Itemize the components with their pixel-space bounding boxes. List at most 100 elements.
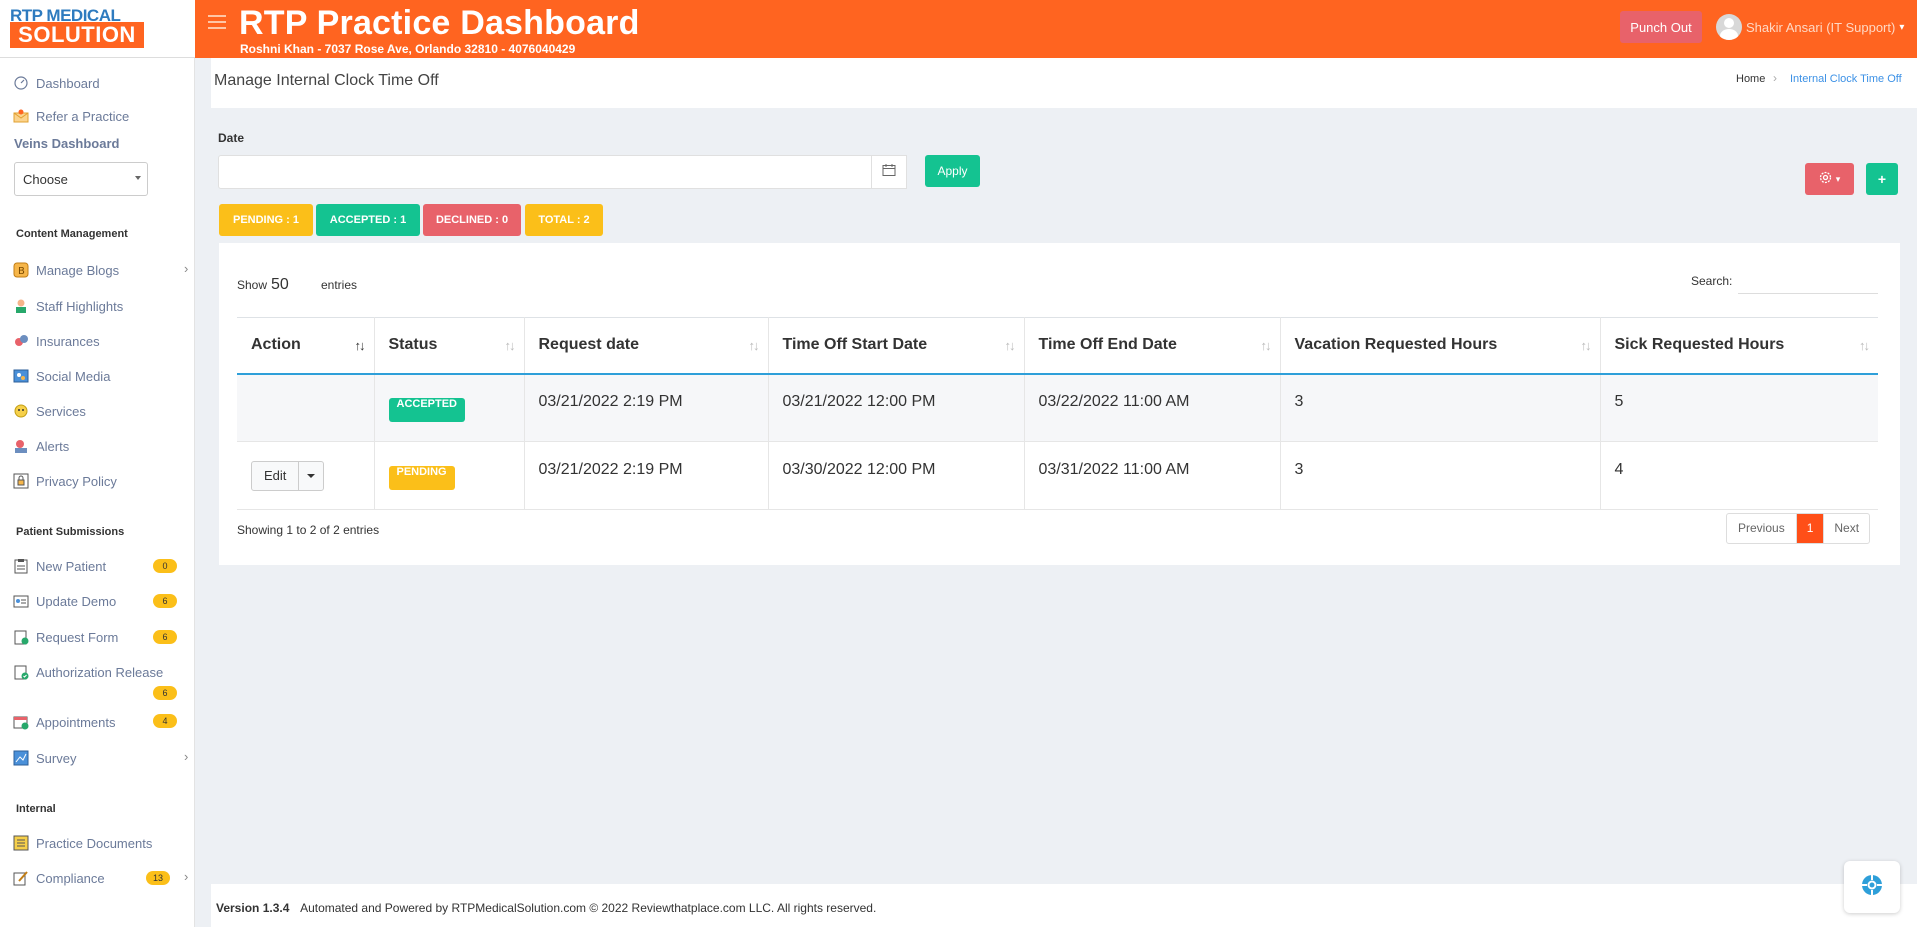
page-length-select[interactable]: 50 — [271, 276, 289, 294]
sick-hours-cell: 5 — [1600, 373, 1878, 442]
lock-icon — [12, 472, 30, 490]
cell-text: 4 — [1614, 460, 1624, 478]
breadcrumb-home[interactable]: Home — [1736, 73, 1765, 85]
help-button[interactable] — [1844, 861, 1900, 913]
sidebar-item-label: Compliance — [36, 870, 105, 886]
menu-toggle-icon[interactable] — [208, 15, 226, 29]
sidebar-item-social-media[interactable]: Social Media — [12, 366, 192, 386]
veins-dashboard-label: Veins Dashboard — [14, 136, 120, 151]
column-header-request-date[interactable]: Request date ↑↓ — [524, 317, 769, 375]
sidebar-item-refer[interactable]: Refer a Practice — [12, 106, 192, 126]
logo[interactable]: RTP MEDICAL SOLUTION — [0, 0, 195, 58]
status-cell: ACCEPTED — [374, 373, 525, 442]
edit-dropdown-toggle[interactable] — [299, 462, 323, 490]
pagination: Previous 1 Next — [1726, 513, 1871, 544]
count-badge: 0 — [153, 559, 177, 573]
sidebar-item-label: Staff Highlights — [36, 298, 124, 314]
calendar-icon — [12, 713, 30, 731]
sidebar-item-services[interactable]: Services — [12, 401, 192, 421]
chevron-down-icon — [307, 473, 316, 478]
avatar — [1716, 14, 1742, 40]
sidebar-item-manage-blogs[interactable]: B Manage Blogs — [12, 260, 192, 280]
sick-hours-cell: 4 — [1600, 441, 1878, 510]
calendar-picker-button[interactable] — [871, 155, 907, 189]
column-header-label: Action — [251, 336, 301, 354]
column-header-status[interactable]: Status ↑↓ — [374, 317, 525, 375]
column-header-action[interactable]: Action ↑↓ — [237, 317, 375, 375]
column-header-sick-hours[interactable]: Sick Requested Hours ↑↓ — [1600, 317, 1878, 375]
sort-icon: ↑↓ — [354, 338, 366, 353]
sidebar-item-label: Alerts — [36, 438, 70, 454]
apply-button[interactable]: Apply — [925, 155, 980, 187]
cell-text: 3 — [1294, 460, 1304, 478]
svg-text:B: B — [18, 266, 25, 277]
page-header-bar — [211, 58, 1917, 108]
page-title: Manage Internal Clock Time Off — [214, 72, 439, 89]
declined-count-badge[interactable]: DECLINED : 0 — [423, 204, 521, 236]
sort-icon: ↑↓ — [748, 338, 760, 353]
sidebar-item-dashboard[interactable]: Dashboard — [12, 73, 192, 93]
sidebar-item-label: Request Form — [36, 629, 119, 645]
sidebar-item-label: Practice Documents — [36, 835, 153, 851]
select-value: Choose — [23, 172, 68, 187]
next-page-button[interactable]: Next — [1823, 514, 1869, 543]
total-count-badge[interactable]: TOTAL : 2 — [525, 204, 603, 236]
date-label: Date — [218, 131, 245, 145]
id-card-icon — [12, 592, 30, 610]
sidebar-item-staff-highlights[interactable]: Staff Highlights — [12, 296, 192, 316]
clipboard-icon — [12, 557, 30, 575]
pending-count-badge[interactable]: PENDING : 1 — [219, 204, 313, 236]
column-header-end-date[interactable]: Time Off End Date ↑↓ — [1024, 317, 1281, 375]
sidebar-item-label: Privacy Policy — [36, 473, 117, 489]
user-menu[interactable]: Shakir Ansari (IT Support) ▾ — [1716, 14, 1904, 40]
page-1-button[interactable]: 1 — [1796, 514, 1824, 543]
sort-icon: ↑↓ — [504, 338, 516, 353]
table-header-row: Action ↑↓ Status ↑↓ Request date ↑↓ Time Of… — [237, 317, 1878, 375]
sort-icon: ↑↓ — [1004, 338, 1016, 353]
envelope-icon — [12, 107, 30, 125]
search-input[interactable] — [1738, 268, 1878, 294]
section-patient-submissions: Patient Submissions — [16, 526, 125, 538]
column-header-label: Time Off End Date — [1038, 336, 1177, 354]
chevron-right-icon: › — [184, 749, 189, 764]
sidebar-item-survey[interactable]: Survey — [12, 748, 192, 768]
column-header-vacation-hours[interactable]: Vacation Requested Hours ↑↓ — [1280, 317, 1601, 375]
veins-dashboard-select[interactable]: Choose — [14, 162, 148, 196]
chevron-down-icon — [135, 176, 141, 180]
count-badge: 6 — [153, 630, 177, 644]
sidebar-item-label: New Patient — [36, 558, 107, 574]
status-cell: PENDING — [374, 441, 525, 510]
column-header-label: Status — [388, 336, 438, 354]
sidebar-item-insurances[interactable]: Insurances — [12, 331, 192, 351]
add-time-off-button[interactable]: + — [1866, 163, 1898, 195]
authorization-icon — [12, 663, 30, 681]
practice-address: Roshni Khan - 7037 Rose Ave, Orlando 328… — [240, 42, 576, 56]
edit-button[interactable]: Edit — [252, 461, 300, 490]
previous-page-button[interactable]: Previous — [1727, 514, 1797, 543]
gear-icon — [1819, 171, 1832, 187]
version-label: Version 1.3.4 — [216, 901, 290, 915]
lifebuoy-icon — [1860, 873, 1884, 902]
sidebar-item-label: Survey — [36, 750, 77, 766]
count-badge: 13 — [146, 871, 170, 885]
sidebar-item-alerts[interactable]: Alerts — [12, 436, 192, 456]
chevron-right-icon: › — [184, 261, 189, 276]
punch-out-button[interactable]: Punch Out — [1620, 11, 1702, 43]
social-media-icon — [12, 367, 30, 385]
insurance-icon — [12, 332, 30, 350]
start-date-cell: 03/30/2022 12:00 PM — [768, 441, 1025, 510]
action-cell — [237, 373, 375, 442]
accepted-count-badge[interactable]: ACCEPTED : 1 — [316, 204, 420, 236]
end-date-cell: 03/22/2022 11:00 AM — [1024, 373, 1281, 442]
breadcrumb-current: Internal Clock Time Off — [1790, 73, 1902, 85]
settings-dropdown-button[interactable]: ▾ — [1805, 163, 1854, 195]
status-badge: PENDING — [388, 465, 455, 490]
sidebar-item-authorization-release[interactable]: Authorization Release — [12, 662, 192, 682]
column-header-start-date[interactable]: Time Off Start Date ↑↓ — [768, 317, 1025, 375]
sidebar-item-privacy-policy[interactable]: Privacy Policy — [12, 471, 192, 491]
sidebar-item-label: Insurances — [36, 333, 100, 349]
copyright-text: Automated and Powered by RTPMedicalSolut… — [300, 901, 877, 915]
request-date-cell: 03/21/2022 2:19 PM — [524, 441, 769, 510]
date-input[interactable] — [218, 155, 872, 189]
sidebar-item-practice-documents[interactable]: Practice Documents — [12, 833, 192, 853]
